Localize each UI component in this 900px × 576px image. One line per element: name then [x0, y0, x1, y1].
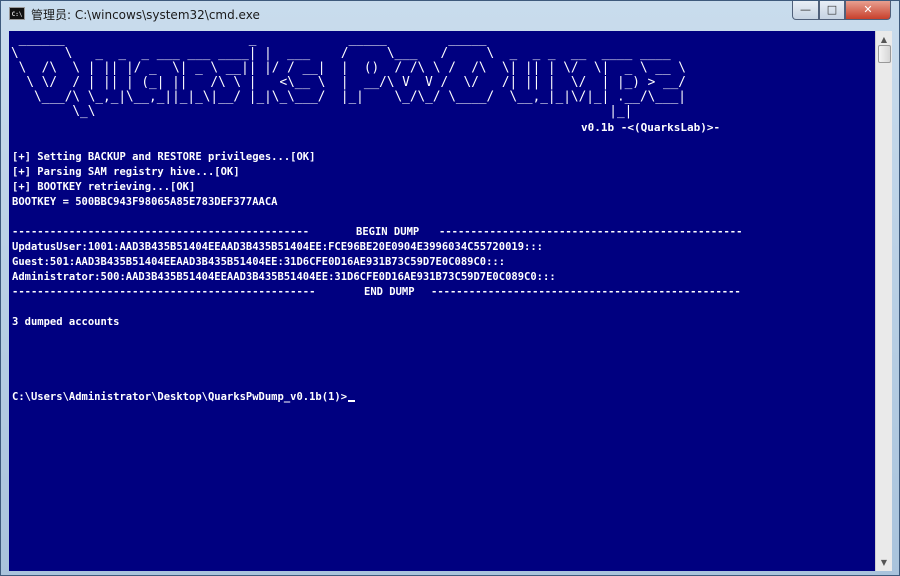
summary-line: 3 dumped accounts [12, 316, 120, 328]
title-bar[interactable]: C:\ 管理员: C:\wincows\system32\cmd.exe — □… [1, 1, 899, 27]
command-prompt[interactable]: C:\Users\Administrator\Desktop\QuarksPwD… [12, 391, 356, 403]
status-line-bootkey: [+] BOOTKEY retrieving...[OK] [12, 181, 196, 193]
window-title: 管理员: C:\wincows\system32\cmd.exe [31, 8, 260, 22]
close-button[interactable]: ✕ [845, 1, 891, 20]
cmd-app-icon[interactable]: C:\ [9, 7, 25, 20]
separator-dashes: ----------------------------------------… [431, 286, 741, 298]
cmd-window: C:\ 管理员: C:\wincows\system32\cmd.exe — □… [0, 0, 900, 576]
dump-row: Administrator:500:AAD3B435B51404EEAAD3B4… [12, 271, 556, 283]
prompt-text: C:\Users\Administrator\Desktop\QuarksPwD… [12, 391, 348, 403]
console-output[interactable]: ______ _ _____ _____ \ \ _ _ _ ___ ___ _… [9, 31, 875, 571]
status-line-privileges: [+] Setting BACKUP and RESTORE privilege… [12, 151, 316, 163]
scroll-down-arrow-icon[interactable]: ▼ [876, 554, 892, 571]
version-label: v0.1b -<(QuarksLab)>- [581, 121, 721, 134]
quarkspwdump-ascii-banner: ______ _ _____ _____ \ \ _ _ _ ___ ___ _… [11, 31, 686, 120]
begin-dump-label: BEGIN DUMP [356, 226, 420, 238]
minimize-button[interactable]: — [792, 1, 819, 20]
text-cursor [348, 400, 356, 402]
bootkey-value: BOOTKEY = 500BBC943F98065A85E783DEF377AA… [12, 196, 278, 208]
separator-dashes: ----------------------------------------… [439, 226, 743, 238]
dump-row: Guest:501:AAD3B435B51404EEAAD3B435B51404… [12, 256, 506, 268]
vertical-scrollbar[interactable]: ▲ ▼ [875, 31, 892, 571]
dump-row: UpdatusUser:1001:AAD3B435B51404EEAAD3B43… [12, 241, 544, 253]
separator-dashes: ----------------------------------------… [12, 286, 322, 298]
separator-dashes: ----------------------------------------… [12, 226, 316, 238]
status-line-sam: [+] Parsing SAM registry hive...[OK] [12, 166, 240, 178]
maximize-button[interactable]: □ [819, 1, 845, 20]
scroll-thumb[interactable] [878, 45, 891, 63]
end-dump-label: END DUMP [364, 286, 415, 298]
